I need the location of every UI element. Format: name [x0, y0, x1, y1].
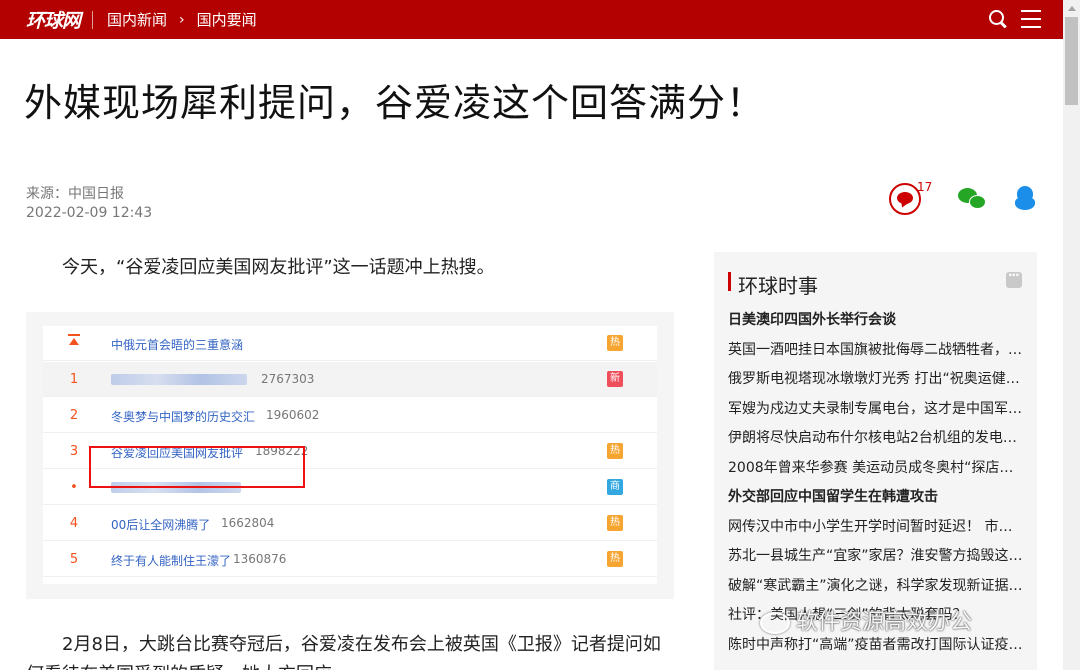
- hot-search-count: 2767303: [261, 372, 315, 386]
- page-scrollbar[interactable]: [1063, 0, 1080, 670]
- watermark-text: 软件资源高效办公: [796, 610, 973, 635]
- scroll-up-arrow-icon[interactable]: [1063, 0, 1080, 17]
- hot-search-rank: 1: [69, 372, 79, 387]
- sidebar-news-link[interactable]: 日美澳印四国外长举行会谈: [728, 309, 1023, 329]
- sidebar-news-link[interactable]: 军嫂为戍边丈夫录制专属电台，这才是中国军…: [728, 398, 1023, 418]
- logo-divider: [92, 10, 94, 29]
- hot-badge: 热: [607, 443, 623, 459]
- article-paragraph: 今天，“谷爱凌回应美国网友批评”这一话题冲上热搜。: [62, 257, 495, 278]
- article-paragraph: 2月8日，大跳台比赛夺冠后，谷爱凌在发布会上被英国《卫报》记者提问如何看待在美国…: [26, 634, 661, 670]
- watermark: 软件资源高效办公: [760, 604, 972, 636]
- top-navbar: 环球网 国内新闻 › 国内要闻: [0, 0, 1063, 39]
- sidebar-news-link[interactable]: 英国一酒吧挂日本国旗被批侮辱二战牺牲者，…: [728, 339, 1023, 359]
- sidebar-news-link[interactable]: 俄罗斯电视塔现冰墩墩灯光秀 打出“祝奥运健…: [728, 368, 1023, 388]
- hot-search-title: 终于有人能制住王濛了: [111, 554, 232, 568]
- hot-search-row: 中俄元首会晤的三重意涵 热: [43, 326, 657, 361]
- sidebar-news-link[interactable]: 2008年曾来华参赛 美运动员成冬奥村“探店达…: [728, 457, 1023, 477]
- hot-search-rank: 3: [69, 444, 79, 459]
- hot-search-row: 4 00后让全网沸腾了 1662804 热: [43, 506, 657, 541]
- breadcrumb-separator: ›: [179, 11, 185, 28]
- article-title: 外媒现场犀利提问，谷爱凌这个回答满分！: [24, 81, 766, 125]
- site-logo[interactable]: 环球网: [26, 6, 81, 33]
- highlight-box: [89, 446, 305, 488]
- qq-share-icon[interactable]: [1014, 186, 1036, 212]
- more-icon[interactable]: [1006, 268, 1022, 288]
- wechat-share-icon[interactable]: [958, 186, 988, 212]
- blurred-title: [111, 374, 247, 385]
- wechat-watermark-icon: [760, 612, 790, 634]
- comment-count[interactable]: 17: [917, 180, 932, 194]
- breadcrumb-domestic-news[interactable]: 国内新闻: [107, 9, 167, 30]
- section-marker: [728, 272, 731, 291]
- sidebar-news-link[interactable]: 网传汉中市中小学生开学时间暂时延迟！ 市教…: [728, 516, 1023, 536]
- hot-search-row: 5 终于有人能制住王濛了 1360876 热: [43, 542, 657, 577]
- sidebar-news-link[interactable]: 外交部回应中国留学生在韩遭攻击: [728, 486, 1023, 506]
- hot-search-list: 中俄元首会晤的三重意涵 热 1 2767303 新 2 冬奥梦与中国梦的历史交汇…: [43, 326, 657, 584]
- hot-search-screenshot: 中俄元首会晤的三重意涵 热 1 2767303 新 2 冬奥梦与中国梦的历史交汇…: [26, 312, 674, 599]
- hot-search-count: 1360876: [233, 552, 287, 566]
- sidebar-news-link[interactable]: 陈时中声称打“高端”疫苗者需改打国际认证疫…: [728, 634, 1023, 654]
- hot-search-count: 1662804: [221, 516, 275, 530]
- hot-search-title: 冬奥梦与中国梦的历史交汇: [111, 410, 256, 424]
- breadcrumb-domestic-headlines[interactable]: 国内要闻: [197, 9, 257, 30]
- hot-search-title: 00后让全网沸腾了: [111, 518, 211, 532]
- hot-search-count: 1960602: [266, 408, 320, 422]
- hot-search-title: 中俄元首会晤的三重意涵: [111, 338, 244, 352]
- sidebar-title: 环球时事: [738, 274, 818, 298]
- pin-top-icon: [67, 334, 81, 348]
- menu-icon[interactable]: [1021, 10, 1041, 28]
- hot-search-rank: 2: [69, 408, 79, 423]
- sidebar-news-link[interactable]: 苏北一县城生产“宜家”家居？淮安警方捣毁这…: [728, 545, 1023, 565]
- hot-search-rank: •: [70, 480, 78, 495]
- hot-search-rank: 4: [69, 516, 79, 531]
- hot-badge: 热: [607, 515, 623, 531]
- hot-search-rank: 5: [69, 552, 79, 567]
- new-badge: 新: [607, 371, 623, 387]
- sidebar-news-link[interactable]: 伊朗将尽快启动布什尔核电站2台机组的发电…: [728, 427, 1023, 447]
- sidebar-news-link[interactable]: 破解“寒武霸主”演化之谜，科学家发现新证据…: [728, 575, 1023, 595]
- scrollbar-thumb[interactable]: [1065, 17, 1078, 105]
- hot-badge: 热: [607, 551, 623, 567]
- ad-badge: 商: [607, 479, 623, 495]
- hot-badge: 热: [607, 335, 623, 351]
- article-source: 来源：中国日报: [26, 186, 124, 202]
- article-date: 2022-02-09 12:43: [26, 205, 153, 221]
- search-icon[interactable]: [987, 8, 1009, 30]
- hot-search-row: 2 冬奥梦与中国梦的历史交汇 1960602: [43, 398, 657, 433]
- hot-search-row: 1 2767303 新: [43, 362, 657, 397]
